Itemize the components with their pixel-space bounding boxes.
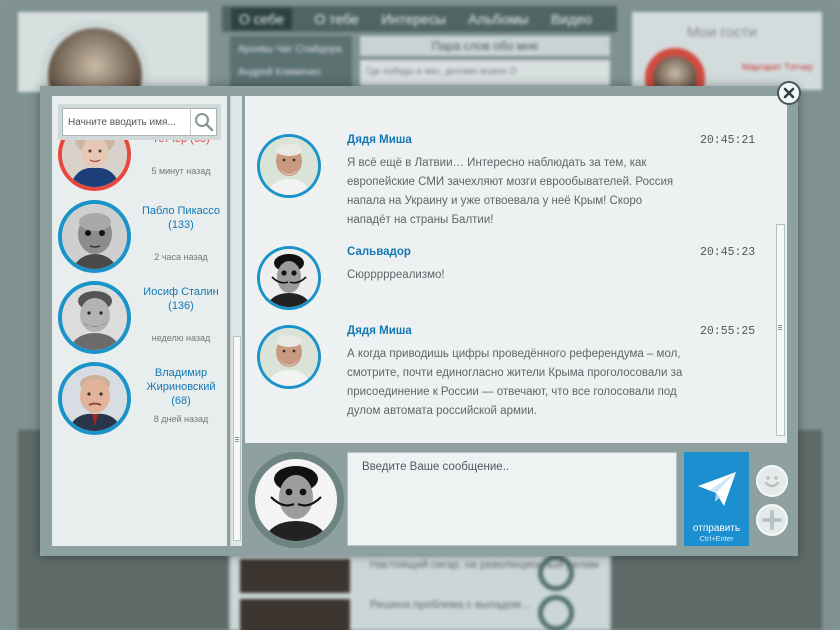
contact-name[interactable]: Иосиф Сталин (136): [136, 285, 226, 313]
close-icon: [783, 87, 795, 99]
contact-search: [58, 104, 221, 140]
contact-last-seen: 2 часа назад: [154, 252, 208, 262]
bg-nav-tab: Видео: [550, 11, 592, 27]
avatar-face: [260, 328, 318, 386]
message-list: Дядя Миша 20:45:21 Я всё ещё в Латвии… И…: [245, 96, 787, 443]
avatar-face: [260, 137, 318, 195]
search-button[interactable]: [190, 109, 216, 135]
bg-feed: Настоящий сигар, на революционный делам …: [230, 555, 610, 630]
message-text: Сюррррреализмо!: [347, 269, 445, 281]
message-time: 20:45:21: [700, 134, 756, 147]
avatar: [257, 134, 321, 198]
contact-name[interactable]: Владимир Жириновский (68): [136, 366, 226, 408]
bg-feed-image: [240, 559, 350, 593]
avatar: [257, 246, 321, 310]
bg-section-text: Где победы в мес, доллию можно О: [360, 60, 610, 86]
emoji-button[interactable]: [756, 465, 788, 497]
bg-feed-image: [240, 599, 350, 630]
message-text: Я всё ещё в Латвии… Интересно наблюдать …: [347, 157, 674, 226]
message-time: 20:55:25: [700, 325, 756, 338]
contact-last-seen: неделю назад: [151, 333, 211, 343]
avatar: [58, 281, 131, 354]
avatar-face: [62, 204, 127, 269]
message-composer: отправить Ctrl+Enter: [245, 444, 788, 548]
avatar: [58, 362, 131, 435]
avatar-face: [62, 285, 127, 350]
send-label: отправить: [692, 523, 741, 534]
contact-item[interactable]: Пабло Пикассо (133) 2 часа назад: [52, 200, 227, 280]
message-input[interactable]: [347, 452, 677, 546]
contact-item[interactable]: Владимир Жириновский (68) 8 дней назад: [52, 362, 227, 442]
chat-window: Тетчер (65) 5 минут назад Пабло Пикассо: [40, 86, 798, 556]
message-author[interactable]: Дядя Миша: [347, 134, 412, 146]
contacts-panel: Тетчер (65) 5 минут назад Пабло Пикассо: [52, 96, 227, 546]
bg-feed-ring: [538, 555, 574, 591]
contact-item[interactable]: Иосиф Сталин (136) неделю назад: [52, 281, 227, 361]
message-text: А когда приводишь цифры проведённого реф…: [347, 348, 683, 417]
my-avatar: [248, 452, 344, 548]
smiley-icon: [764, 476, 780, 488]
avatar-face: [260, 249, 318, 307]
bg-section-title: Пара слов обо мне: [360, 36, 610, 56]
send-hint: Ctrl+Enter: [699, 534, 734, 543]
close-button[interactable]: [777, 81, 801, 105]
bg-nav-tab: Интересы: [381, 11, 446, 27]
search-input[interactable]: [68, 109, 188, 135]
bg-side-link: Андрей Клименко: [238, 67, 321, 78]
bg-guest-name: Маргарет Тэтчер: [742, 62, 813, 72]
avatar-face: [255, 459, 337, 541]
search-box: [62, 108, 217, 136]
contacts-scrollbar-thumb[interactable]: [233, 336, 241, 541]
messages-scrollbar-thumb[interactable]: [776, 224, 785, 436]
bg-nav: О себе О тебе Интересы Альбомы Видео: [222, 6, 617, 32]
bg-side-menu: Архивы Чат Спайдера Андрей Клименко: [230, 36, 352, 92]
bg-nav-tab: О тебе: [314, 11, 359, 27]
bg-nav-tab: Альбомы: [468, 11, 529, 27]
avatar: [58, 200, 131, 273]
send-button[interactable]: отправить Ctrl+Enter: [684, 452, 749, 546]
paper-plane-icon: [698, 472, 736, 506]
avatar: [257, 325, 321, 389]
bg-guests-title: Мои гости: [687, 24, 757, 41]
avatar-face: [62, 366, 127, 431]
bg-nav-tab: О себе: [231, 8, 293, 30]
bg-side-link: Архивы Чат Спайдера: [238, 44, 342, 55]
contact-last-seen: 8 дней назад: [153, 414, 209, 424]
search-icon: [195, 113, 214, 132]
message-author[interactable]: Дядя Миша: [347, 325, 412, 337]
message-time: 20:45:23: [700, 246, 756, 259]
contact-name[interactable]: Пабло Пикассо (133): [136, 204, 226, 232]
bg-feed-ring: [538, 595, 574, 630]
bg-feed-text: Решена проблема с выпадом...: [370, 599, 531, 611]
contact-last-seen: 5 минут назад: [151, 166, 211, 176]
contacts-scrollbar[interactable]: [230, 96, 242, 546]
attach-button[interactable]: [756, 504, 788, 536]
message-author[interactable]: Сальвадор: [347, 246, 411, 258]
plus-icon: [762, 510, 782, 530]
